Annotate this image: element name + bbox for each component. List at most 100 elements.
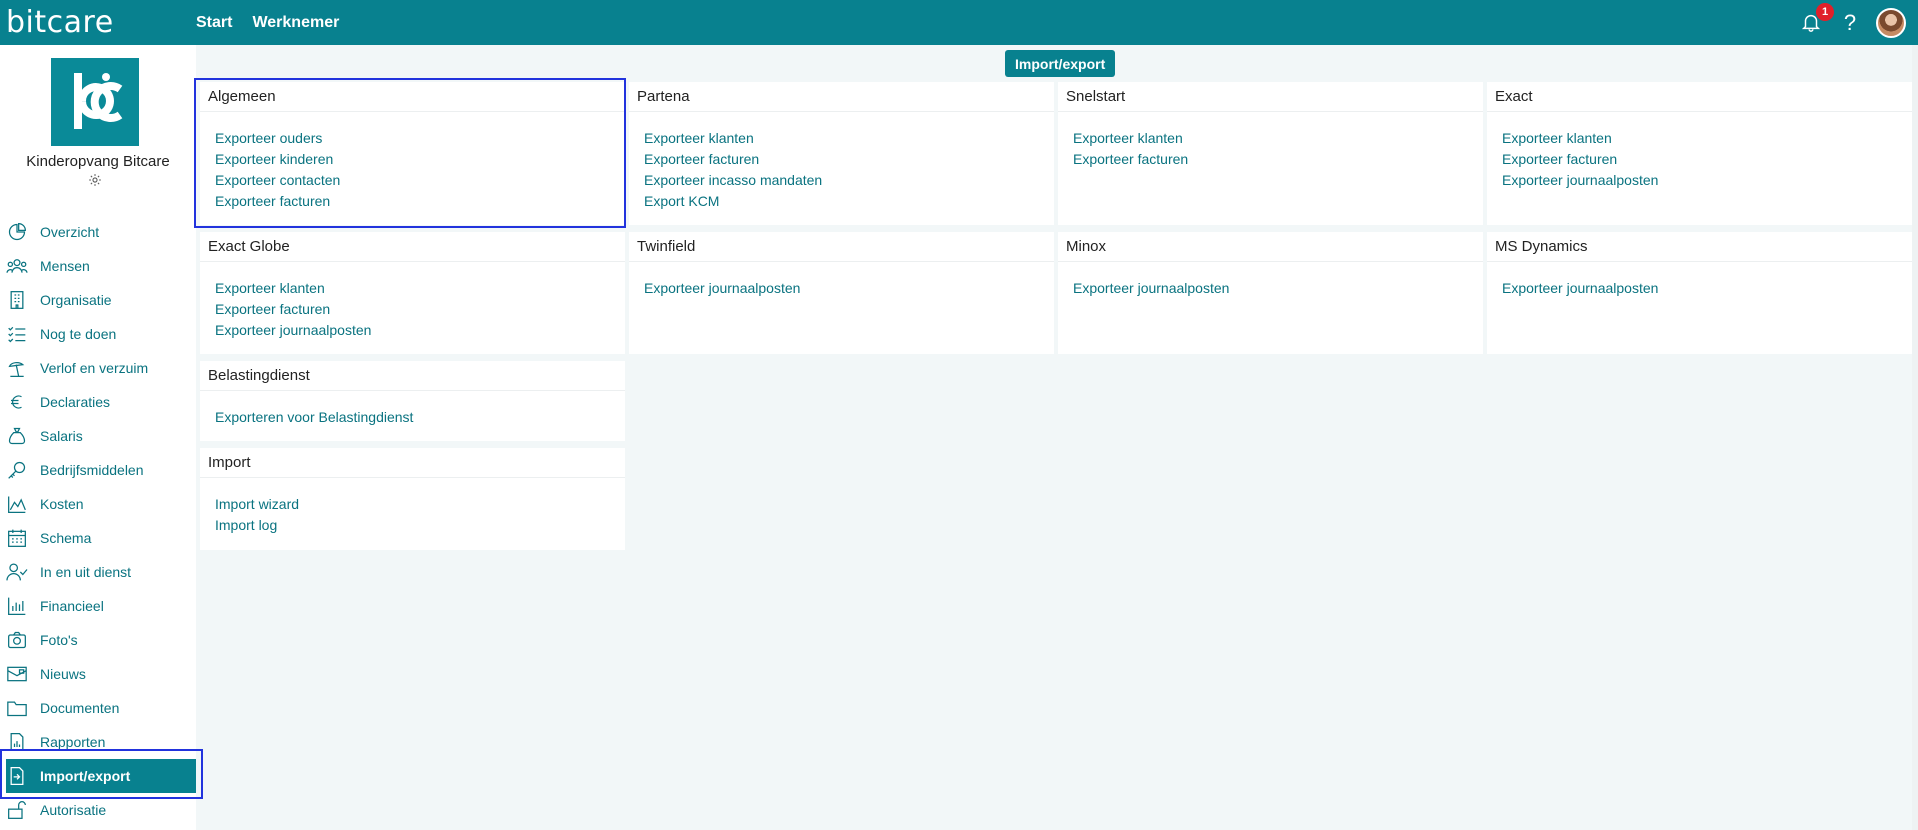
area-chart-icon (6, 493, 28, 515)
sidebar-item-autorisatie[interactable]: Autorisatie (0, 793, 196, 827)
camera-icon (6, 629, 28, 651)
brand-logo[interactable]: bitcare (6, 5, 196, 40)
link-exporteren-voor-belastingdienst[interactable]: Exporteren voor Belastingdienst (215, 407, 625, 428)
card-title: Belastingdienst (200, 361, 625, 391)
sidebar-item-label: Schema (40, 530, 92, 546)
org-logo (51, 58, 139, 146)
scrollbar[interactable] (1912, 45, 1918, 830)
building-icon (6, 289, 28, 311)
card-exact-globe: Exact Globe Exporteer klanten Exporteer … (200, 232, 625, 354)
calendar-icon (6, 527, 28, 549)
sidebar-item-schema[interactable]: Schema (0, 521, 196, 555)
key-icon (6, 459, 28, 481)
sidebar-item-mensen[interactable]: Mensen (0, 249, 196, 283)
sidebar-item-fotos[interactable]: Foto's (0, 623, 196, 657)
card-title: Exact Globe (200, 232, 625, 262)
sidebar-item-organisatie[interactable]: Organisatie (0, 283, 196, 317)
sidebar-item-label: Import/export (40, 768, 131, 784)
page-title: Import/export (1005, 50, 1116, 77)
sidebar-item-documenten[interactable]: Documenten (0, 691, 196, 725)
sidebar-item-verlof[interactable]: Verlof en verzuim (0, 351, 196, 385)
link-exporteer-klanten[interactable]: Exporteer klanten (644, 128, 1054, 149)
sidebar-item-import-export[interactable]: Import/export (6, 759, 196, 793)
link-exporteer-journaalposten[interactable]: Exporteer journaalposten (1502, 170, 1912, 191)
sidebar: Kinderopvang Bitcare Overzicht Mensen Or… (0, 45, 196, 830)
checklist-icon (6, 323, 28, 345)
sidebar-item-label: Declaraties (40, 394, 111, 410)
link-exporteer-journaalposten[interactable]: Exporteer journaalposten (1073, 278, 1483, 299)
org-name: Kinderopvang Bitcare (26, 153, 170, 170)
news-icon (6, 663, 28, 685)
link-exporteer-incasso-mandaten[interactable]: Exporteer incasso mandaten (644, 170, 1054, 191)
people-icon (6, 255, 28, 277)
card-exact: Exact Exporteer klanten Exporteer factur… (1487, 82, 1912, 225)
link-exporteer-facturen[interactable]: Exporteer facturen (644, 149, 1054, 170)
sidebar-item-label: Rapporten (40, 734, 106, 750)
card-title: Partena (629, 82, 1054, 112)
sidebar-item-label: Overzicht (40, 224, 100, 240)
sidebar-item-kosten[interactable]: Kosten (0, 487, 196, 521)
link-exporteer-kinderen[interactable]: Exporteer kinderen (215, 149, 625, 170)
sidebar-item-bedrijfsmiddelen[interactable]: Bedrijfsmiddelen (0, 453, 196, 487)
card-minox: Minox Exporteer journaalposten (1058, 232, 1483, 354)
card-title: Snelstart (1058, 82, 1483, 112)
avatar[interactable] (1876, 7, 1906, 38)
sidebar-item-label: Nog te doen (40, 326, 117, 342)
sidebar-item-nog-te-doen[interactable]: Nog te doen (0, 317, 196, 351)
link-exporteer-facturen[interactable]: Exporteer facturen (215, 191, 625, 212)
bar-chart-icon (6, 595, 28, 617)
sidebar-item-financieel[interactable]: Financieel (0, 589, 196, 623)
link-export-kcm[interactable]: Export KCM (644, 191, 1054, 212)
import-export-icon (6, 765, 28, 787)
link-exporteer-ouders[interactable]: Exporteer ouders (215, 128, 625, 149)
link-exporteer-klanten[interactable]: Exporteer klanten (215, 278, 625, 299)
link-import-wizard[interactable]: Import wizard (215, 494, 625, 515)
gear-icon[interactable] (88, 173, 102, 187)
card-snelstart: Snelstart Exporteer klanten Exporteer fa… (1058, 82, 1483, 225)
card-title: Exact (1487, 82, 1912, 112)
link-exporteer-facturen[interactable]: Exporteer facturen (215, 299, 625, 320)
card-title: Twinfield (629, 232, 1054, 262)
sidebar-item-label: Kosten (40, 496, 84, 512)
card-twinfield: Twinfield Exporteer journaalposten (629, 232, 1054, 354)
folder-icon (6, 697, 28, 719)
card-title: Import (200, 448, 625, 478)
sidebar-item-nieuws[interactable]: Nieuws (0, 657, 196, 691)
notification-badge: 1 (1816, 2, 1834, 21)
sidebar-item-overzicht[interactable]: Overzicht (0, 215, 196, 249)
nav-werknemer[interactable]: Werknemer (252, 14, 339, 32)
sidebar-item-label: Organisatie (40, 292, 112, 308)
link-exporteer-contacten[interactable]: Exporteer contacten (215, 170, 625, 191)
sidebar-menu: Overzicht Mensen Organisatie Nog te doen… (0, 215, 196, 827)
link-exporteer-klanten[interactable]: Exporteer klanten (1073, 128, 1483, 149)
nav-start[interactable]: Start (196, 14, 232, 32)
card-ms-dynamics: MS Dynamics Exporteer journaalposten (1487, 232, 1912, 354)
card-partena: Partena Exporteer klanten Exporteer fact… (629, 82, 1054, 225)
card-title: Minox (1058, 232, 1483, 262)
euro-icon (6, 391, 28, 413)
sidebar-item-label: Financieel (40, 598, 104, 614)
link-exporteer-facturen[interactable]: Exporteer facturen (1502, 149, 1912, 170)
sidebar-item-label: Bedrijfsmiddelen (40, 462, 144, 478)
sidebar-item-declaraties[interactable]: Declaraties (0, 385, 196, 419)
link-exporteer-journaalposten[interactable]: Exporteer journaalposten (1502, 278, 1912, 299)
lock-icon (6, 799, 28, 821)
help-icon[interactable]: ? (1842, 10, 1858, 36)
sidebar-item-label: Documenten (40, 700, 120, 716)
bell-icon[interactable]: 1 (1800, 2, 1834, 35)
sidebar-item-in-en-uit-dienst[interactable]: In en uit dienst (0, 555, 196, 589)
link-import-log[interactable]: Import log (215, 515, 625, 536)
link-exporteer-journaalposten[interactable]: Exporteer journaalposten (644, 278, 1054, 299)
link-exporteer-klanten[interactable]: Exporteer klanten (1502, 128, 1912, 149)
sidebar-item-salaris[interactable]: Salaris (0, 419, 196, 453)
main-content: Import/export Algemeen Exporteer ouders … (196, 45, 1918, 830)
sidebar-item-rapporten[interactable]: Rapporten (0, 725, 196, 759)
sidebar-item-label: Verlof en verzuim (40, 360, 149, 376)
top-bar: bitcare Start Werknemer 1 ? (0, 0, 1918, 45)
sidebar-item-label: Mensen (40, 258, 90, 274)
card-title: Algemeen (200, 82, 625, 112)
link-exporteer-facturen[interactable]: Exporteer facturen (1073, 149, 1483, 170)
card-title: MS Dynamics (1487, 232, 1912, 262)
link-exporteer-journaalposten[interactable]: Exporteer journaalposten (215, 320, 625, 341)
money-bag-icon (6, 425, 28, 447)
